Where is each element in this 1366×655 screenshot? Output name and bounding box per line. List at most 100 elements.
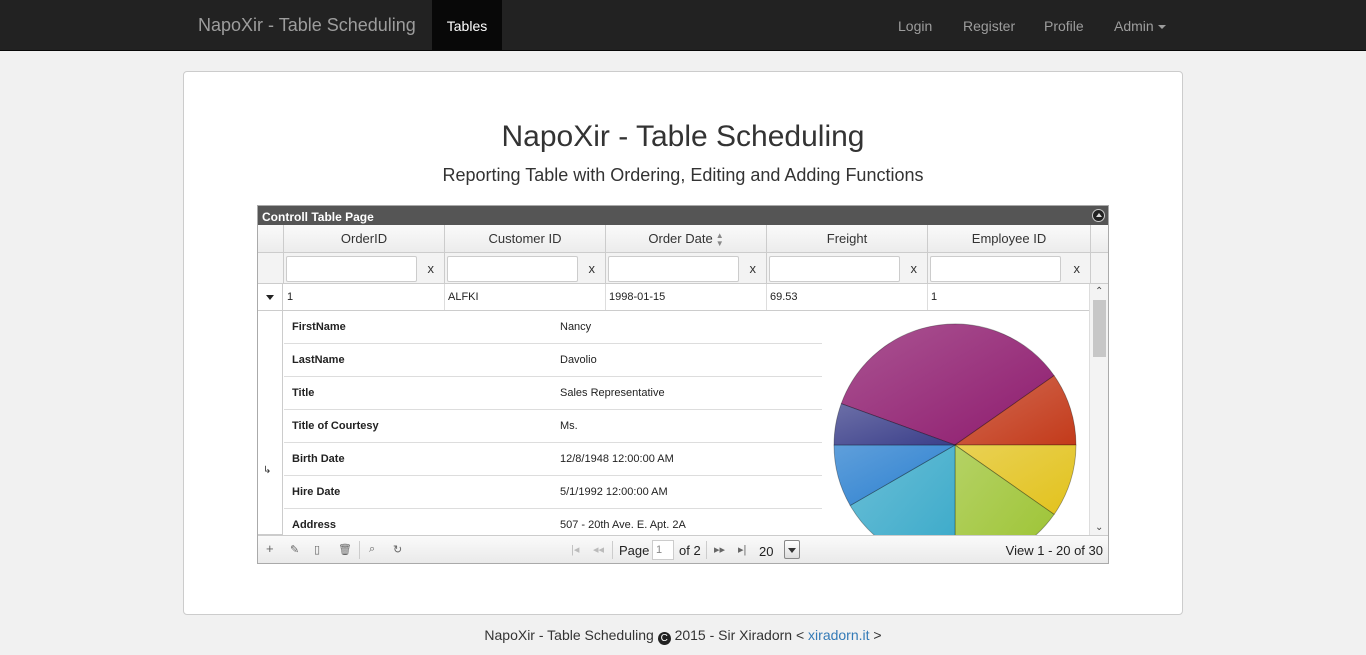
copyright-icon: C [657,632,671,645]
add-row-icon[interactable]: + [266,541,274,556]
header-freight[interactable]: Freight [767,225,928,252]
scroll-down-icon[interactable]: ⌄ [1095,523,1103,533]
top-navbar: NapoXir - Table Scheduling Tables Login … [0,0,1366,51]
detail-label: Title [292,387,315,399]
pager-separator [612,541,613,559]
nav-admin-dropdown[interactable]: Admin [1114,0,1166,50]
cell-customer-id: ALFKI [445,284,606,310]
subgrid-arrow-icon: ↳ [263,465,272,476]
cell-employee-id: 1 [931,291,938,303]
detail-row: Title Sales Representative [284,377,822,410]
filter-customer-id: x [445,253,606,283]
header-freight-label: Freight [826,231,868,246]
footer-title: NapoXir - Table Scheduling [484,627,654,643]
filter-orderid-clear[interactable]: x [428,261,435,276]
detail-value: Ms. [560,420,578,432]
header-orderid-label: OrderID [340,231,388,246]
pager-separator [706,541,707,559]
filter-spacer [258,253,284,283]
header-customer-id-label: Customer ID [488,231,562,246]
edit-row-icon[interactable]: ✎ [290,543,299,556]
employee-pie-chart [833,323,1077,535]
footer-site-link[interactable]: xiradorn.it [808,627,869,643]
page-subtitle: Reporting Table with Ordering, Editing a… [442,165,924,185]
caret-down-icon [1157,25,1166,30]
row-expand-toggle-icon[interactable] [258,284,283,310]
filter-customer-id-input[interactable] [447,256,578,282]
prev-page-icon[interactable]: ◂◂ [593,543,604,556]
page-footer: NapoXir - Table Scheduling C 2015 - Sir … [0,627,1366,645]
records-view-count: View 1 - 20 of 30 [1005,543,1103,558]
data-grid: Controll Table Page OrderID Customer ID … [257,205,1109,564]
header-employee-id-label: Employee ID [971,231,1047,246]
nav-profile-link[interactable]: Profile [1044,0,1084,50]
detail-value: 12/8/1948 12:00:00 AM [560,453,674,465]
detail-label: LastName [292,354,345,366]
grid-vertical-scrollbar[interactable]: ⌃ ⌄ [1089,284,1108,535]
page-number-input[interactable]: 1 [652,540,674,560]
header-expand-column [258,225,284,252]
table-row[interactable]: 1 ALFKI 1998-01-15 69.53 1 [258,284,1089,311]
navbar-brand[interactable]: NapoXir - Table Scheduling [198,0,416,50]
filter-freight-clear[interactable]: x [911,261,918,276]
filter-orderid-input[interactable] [286,256,417,282]
view-row-icon[interactable]: ▯ [314,543,320,556]
filter-order-date-input[interactable] [608,256,739,282]
nav-login-link[interactable]: Login [898,0,932,50]
filter-order-date: x [606,253,767,283]
page-label: Page [619,543,650,558]
grid-pager: + ✎ ▯ 🗑 ⌕ ↻ |◂ ◂◂ Page 1 of 2 ▸▸ ▸| 20 V… [258,535,1108,563]
filter-employee-id-clear[interactable]: x [1074,261,1081,276]
header-customer-id[interactable]: Customer ID [445,225,606,252]
page-total-label: of 2 [679,543,701,558]
next-page-icon[interactable]: ▸▸ [714,543,725,556]
detail-row: FirstName Nancy [284,311,822,344]
detail-value: Sales Representative [560,387,665,399]
grid-caption: Controll Table Page [258,206,1108,225]
employee-detail-table: FirstName Nancy LastName Davolio Title Sales … [284,311,822,535]
nav-tab-tables[interactable]: Tables [432,0,502,50]
detail-value: 5/1/1992 12:00:00 AM [560,486,668,498]
footer-copyright: 2015 - Sir Xiradorn < [674,627,805,643]
header-employee-id[interactable]: Employee ID [928,225,1091,252]
detail-value: 507 - 20th Ave. E. Apt. 2A [560,519,686,531]
scrollbar-thumb[interactable] [1093,300,1106,357]
filter-order-date-clear[interactable]: x [750,261,757,276]
header-order-date-label: Order Date [648,231,713,246]
filter-employee-id-input[interactable] [930,256,1061,282]
header-orderid[interactable]: OrderID [284,225,445,252]
delete-row-icon[interactable]: 🗑 [338,543,352,556]
subgrid-gutter: ↳ [258,311,283,535]
filter-orderid: x [284,253,445,283]
detail-row: Birth Date 12/8/1948 12:00:00 AM [284,443,822,476]
cell-freight: 69.53 [767,284,928,310]
cell-orderid: 1 [284,284,445,310]
filter-freight-input[interactable] [769,256,900,282]
detail-label: FirstName [292,321,346,333]
header-order-date[interactable]: Order Date ▲ ▼ [606,225,767,252]
page-size-select[interactable] [784,540,800,559]
search-icon[interactable]: ⌕ [369,543,375,556]
detail-row: Title of Courtesy Ms. [284,410,822,443]
page-size-value: 20 [759,544,774,559]
filter-customer-id-clear[interactable]: x [589,261,596,276]
detail-row: Address 507 - 20th Ave. E. Apt. 2A [284,509,822,535]
pager-separator [359,541,360,559]
detail-label: Address [292,519,337,531]
detail-label: Hire Date [292,486,341,498]
collapse-grid-icon[interactable] [1092,209,1105,222]
last-page-icon[interactable]: ▸| [738,543,746,556]
sort-icon[interactable]: ▲ ▼ [716,232,724,248]
nav-register-link[interactable]: Register [963,0,1015,50]
refresh-icon[interactable]: ↻ [393,543,402,556]
footer-close: > [873,627,882,643]
grid-filter-row: x x x x x [258,253,1108,284]
detail-value: Nancy [560,321,592,333]
first-page-icon[interactable]: |◂ [571,543,579,556]
detail-row: LastName Davolio [284,344,822,377]
detail-row: Hire Date 5/1/1992 12:00:00 AM [284,476,822,509]
scroll-up-icon[interactable]: ⌃ [1095,287,1103,297]
grid-header-row: OrderID Customer ID Order Date ▲ ▼ Freight… [258,225,1108,253]
filter-freight: x [767,253,928,283]
detail-label: Title of Courtesy [292,420,379,432]
